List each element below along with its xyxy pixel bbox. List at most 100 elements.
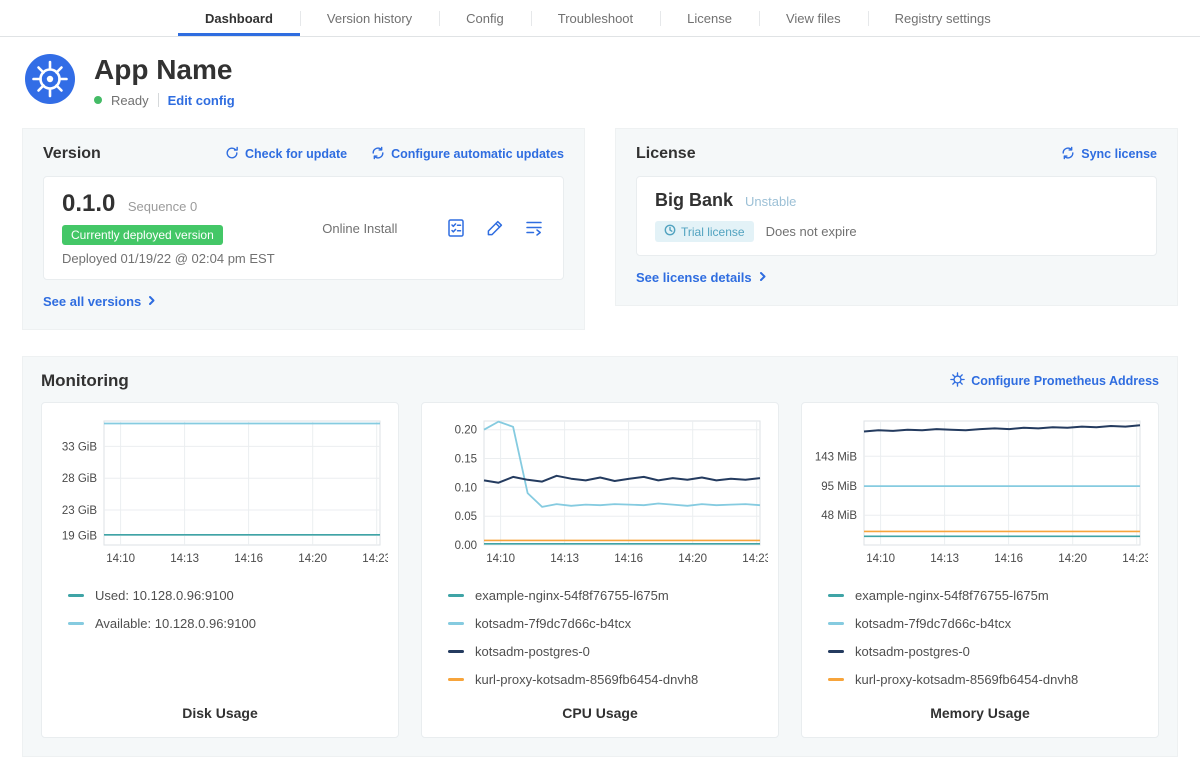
legend-item: example-nginx-54f8f76755-l675m bbox=[828, 581, 1148, 609]
series-dash bbox=[448, 650, 464, 653]
edit-config-link[interactable]: Edit config bbox=[168, 93, 235, 108]
deployed-version-badge: Currently deployed version bbox=[62, 225, 223, 245]
svg-text:14:23: 14:23 bbox=[1122, 553, 1148, 565]
svg-text:14:23: 14:23 bbox=[362, 553, 388, 565]
version-sequence: Sequence 0 bbox=[128, 199, 197, 214]
trial-license-badge: Trial license bbox=[655, 221, 754, 242]
app-title: App Name bbox=[94, 55, 235, 86]
chart-title: CPU Usage bbox=[432, 693, 768, 725]
svg-text:95 MiB: 95 MiB bbox=[821, 481, 857, 493]
refresh-icon bbox=[225, 146, 239, 163]
preflight-checks-icon[interactable] bbox=[445, 217, 467, 239]
svg-text:23 GiB: 23 GiB bbox=[62, 505, 97, 517]
svg-text:0.10: 0.10 bbox=[455, 482, 477, 494]
series-dash bbox=[68, 594, 84, 597]
svg-text:14:16: 14:16 bbox=[994, 553, 1023, 565]
svg-text:28 GiB: 28 GiB bbox=[62, 473, 97, 485]
check-for-update-button[interactable]: Check for update bbox=[225, 146, 347, 163]
svg-text:14:13: 14:13 bbox=[930, 553, 959, 565]
tab-license[interactable]: License bbox=[660, 0, 759, 36]
chart-title: Disk Usage bbox=[52, 693, 388, 725]
deployed-timestamp: Deployed 01/19/22 @ 02:04 pm EST bbox=[62, 251, 275, 266]
legend-item: Available: 10.128.0.96:9100 bbox=[68, 609, 388, 637]
kubernetes-logo-icon bbox=[24, 53, 76, 110]
svg-text:19 GiB: 19 GiB bbox=[62, 531, 97, 543]
svg-text:14:10: 14:10 bbox=[866, 553, 895, 565]
svg-text:14:10: 14:10 bbox=[486, 553, 515, 565]
see-all-versions-link[interactable]: See all versions bbox=[43, 294, 157, 309]
sync-icon bbox=[1061, 146, 1075, 163]
tab-version-history[interactable]: Version history bbox=[300, 0, 439, 36]
tab-config[interactable]: Config bbox=[439, 0, 531, 36]
legend-item: kurl-proxy-kotsadm-8569fb6454-dnvh8 bbox=[828, 665, 1148, 693]
chart-title: Memory Usage bbox=[812, 693, 1148, 725]
svg-text:48 MiB: 48 MiB bbox=[821, 510, 857, 522]
chevron-right-icon bbox=[147, 294, 157, 309]
legend-item: kotsadm-7f9dc7d66c-b4tcx bbox=[828, 609, 1148, 637]
status-dot bbox=[94, 96, 102, 104]
series-dash bbox=[828, 622, 844, 625]
cpu-usage-plot: 0.200.150.100.050.0014:1014:1314:1614:20… bbox=[432, 415, 768, 571]
edit-config-icon[interactable] bbox=[484, 217, 506, 239]
auto-update-icon bbox=[371, 146, 385, 163]
version-card: Version Check for update bbox=[22, 128, 585, 330]
series-dash bbox=[68, 622, 84, 625]
memory-usage-chart-card: 143 MiB 95 MiB 48 MiB 14:10 14:13 14:16 14:20 1… bbox=[801, 402, 1159, 738]
svg-text:0.20: 0.20 bbox=[455, 425, 477, 437]
monitoring-title: Monitoring bbox=[41, 371, 129, 391]
legend-item: kotsadm-7f9dc7d66c-b4tcx bbox=[448, 609, 768, 637]
svg-text:0.00: 0.00 bbox=[455, 540, 477, 552]
svg-text:0.15: 0.15 bbox=[455, 454, 477, 466]
series-dash bbox=[448, 594, 464, 597]
app-header: App Name Ready Edit config bbox=[0, 37, 1200, 114]
see-license-details-link[interactable]: See license details bbox=[636, 270, 768, 285]
license-expiry: Does not expire bbox=[766, 224, 857, 239]
license-customer-name: Big Bank bbox=[655, 190, 733, 211]
series-dash bbox=[448, 622, 464, 625]
license-card-title: License bbox=[636, 145, 696, 163]
svg-text:143 MiB: 143 MiB bbox=[815, 451, 858, 463]
svg-text:33 GiB: 33 GiB bbox=[62, 441, 97, 453]
legend-item: example-nginx-54f8f76755-l675m bbox=[448, 581, 768, 609]
top-nav: Dashboard Version history Config Trouble… bbox=[0, 0, 1200, 37]
legend-item: kotsadm-postgres-0 bbox=[828, 637, 1148, 665]
svg-text:14:13: 14:13 bbox=[550, 553, 579, 565]
tab-registry-settings[interactable]: Registry settings bbox=[868, 0, 1018, 36]
tab-troubleshoot[interactable]: Troubleshoot bbox=[531, 0, 660, 36]
license-channel: Unstable bbox=[745, 194, 796, 209]
legend-item: kurl-proxy-kotsadm-8569fb6454-dnvh8 bbox=[448, 665, 768, 693]
disk-usage-chart-card: 33 GiB 28 GiB 23 GiB 19 GiB 14:10 14:13 14:16 1… bbox=[41, 402, 399, 738]
svg-text:14:13: 14:13 bbox=[170, 553, 199, 565]
disk-usage-plot: 33 GiB 28 GiB 23 GiB 19 GiB 14:10 14:13 14:16 1… bbox=[52, 415, 388, 571]
svg-text:14:20: 14:20 bbox=[1058, 553, 1087, 565]
svg-text:14:10: 14:10 bbox=[106, 553, 135, 565]
version-card-title: Version bbox=[43, 145, 101, 163]
install-type-label: Online Install bbox=[322, 221, 397, 236]
legend-item: Used: 10.128.0.96:9100 bbox=[68, 581, 388, 609]
svg-text:14:20: 14:20 bbox=[678, 553, 707, 565]
configure-prometheus-button[interactable]: Configure Prometheus Address bbox=[950, 372, 1159, 390]
svg-text:14:16: 14:16 bbox=[614, 553, 643, 565]
series-dash bbox=[448, 678, 464, 681]
sync-license-button[interactable]: Sync license bbox=[1061, 146, 1157, 163]
monitoring-section: Monitoring Configure Prometheus Address … bbox=[22, 356, 1178, 757]
deploy-logs-icon[interactable] bbox=[523, 217, 545, 239]
tab-dashboard[interactable]: Dashboard bbox=[178, 0, 300, 36]
series-dash bbox=[828, 678, 844, 681]
current-version-info: 0.1.0 Sequence 0 Currently deployed vers… bbox=[62, 190, 275, 266]
memory-usage-legend: example-nginx-54f8f76755-l675m kotsadm-7… bbox=[812, 581, 1148, 693]
svg-text:14:20: 14:20 bbox=[298, 553, 327, 565]
cpu-usage-legend: example-nginx-54f8f76755-l675m kotsadm-7… bbox=[432, 581, 768, 693]
divider bbox=[158, 93, 159, 107]
tab-view-files[interactable]: View files bbox=[759, 0, 868, 36]
chevron-right-icon bbox=[758, 270, 768, 285]
memory-usage-plot: 143 MiB 95 MiB 48 MiB 14:10 14:13 14:16 14:20 1… bbox=[812, 415, 1148, 571]
configure-automatic-updates-button[interactable]: Configure automatic updates bbox=[371, 146, 564, 163]
app-status-label: Ready bbox=[111, 93, 149, 108]
disk-usage-legend: Used: 10.128.0.96:9100 Available: 10.128… bbox=[52, 581, 388, 637]
clock-icon bbox=[664, 224, 676, 239]
license-card: License Sync license Big Bank Unstable bbox=[615, 128, 1178, 306]
svg-text:14:16: 14:16 bbox=[234, 553, 263, 565]
version-number: 0.1.0 bbox=[62, 190, 115, 217]
cpu-usage-chart-card: 0.200.150.100.050.0014:1014:1314:1614:20… bbox=[421, 402, 779, 738]
